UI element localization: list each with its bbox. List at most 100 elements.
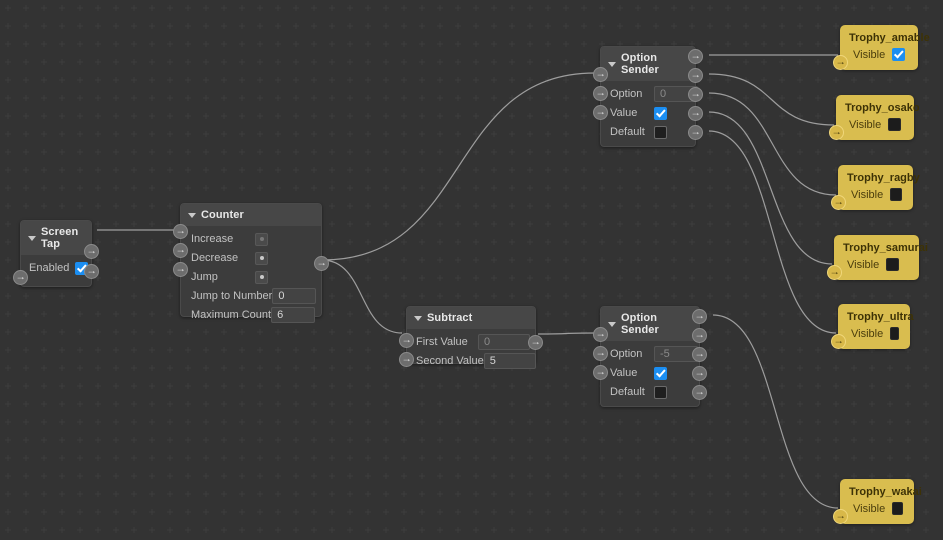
node-title: Trophy_amable [849,32,930,44]
row-label: Visible [849,118,882,131]
input-port-first-value[interactable]: → [399,333,414,348]
arrow-right-icon: → [595,347,606,358]
input-port-decrease[interactable]: → [173,243,188,258]
arrow-right-icon: → [316,257,327,268]
arrow-right-icon: → [829,266,840,277]
output-port-4[interactable]: → [692,366,707,381]
caret-down-icon[interactable] [28,235,36,241]
checkbox-visible[interactable] [892,48,906,61]
node-title: Trophy_wakai [849,486,922,498]
row-option: Option [601,85,698,103]
input-port-default[interactable]: → [593,105,608,120]
output-port-2[interactable]: → [688,68,703,83]
row-label: Second Value [416,355,484,367]
checkbox-visible[interactable] [886,258,900,271]
arrow-right-icon: → [595,87,606,98]
input-port-visible[interactable]: → [829,125,844,140]
input-maximum-count[interactable] [271,307,316,323]
row-label: Visible [847,258,880,271]
output-port-5[interactable]: → [692,385,707,400]
output-port-3[interactable]: → [692,347,707,362]
caret-down-icon[interactable] [414,315,422,321]
checkbox-visible[interactable] [890,188,902,201]
row-label: Increase [191,233,234,245]
node-header[interactable]: Counter [181,204,321,226]
node-option-sender-bottom[interactable]: Option Sender Option Value Default → → → [593,306,707,407]
node-header[interactable]: Option Sender [601,307,699,341]
input-port-visible[interactable]: → [831,195,846,210]
input-port-value[interactable]: → [593,86,608,101]
row-enabled: → Enabled [13,259,91,285]
row-default: Default [601,123,695,141]
node-title: Trophy_osako [845,102,920,114]
node-title: Option Sender [621,52,659,76]
output-port-1[interactable]: → [692,309,707,324]
checkbox-value[interactable] [654,366,667,380]
row-label: Visible [851,327,884,340]
output-port-counter[interactable]: → [314,256,329,271]
checkbox-visible[interactable] [888,118,902,131]
input-port-enabled[interactable]: → [13,270,28,285]
input-port-increase[interactable]: → [173,224,188,239]
input-port-option[interactable]: → [593,67,608,82]
output-port-tap-2[interactable]: → [84,264,99,279]
checkbox-default[interactable] [654,385,667,399]
node-counter[interactable]: Counter Increase Decrease Jump Jump to N… [173,203,329,323]
node-header[interactable]: Option Sender [601,47,695,81]
input-port-visible[interactable]: → [833,55,848,70]
row-label: Default [610,386,645,398]
node-trophy-amable[interactable]: Trophy_amable Visible → [833,25,930,70]
arrow-right-icon: → [694,386,705,397]
node-trophy-ultra[interactable]: Trophy_ultra Visible → [831,304,914,349]
output-port-1[interactable]: → [688,49,703,64]
node-header[interactable]: Subtract [407,307,535,329]
output-port-subtract[interactable]: → [528,335,543,350]
node-trophy-ragby[interactable]: Trophy_ragby Visible → [831,165,920,210]
row-visible: Visible [835,256,918,279]
caret-down-icon[interactable] [608,61,616,67]
output-port-3[interactable]: → [688,87,703,102]
arrow-right-icon: → [401,353,412,364]
arrow-right-icon: → [833,335,844,346]
input-jump-to-number[interactable] [272,288,317,304]
node-option-sender-top[interactable]: Option Sender Option Value Default → → → [593,46,703,147]
checkbox-visible[interactable] [890,327,899,340]
checkbox-default[interactable] [654,125,667,139]
input-port-value[interactable]: → [593,346,608,361]
node-screen-tap[interactable]: Screen Tap → Enabled → → [13,220,99,287]
row-label: Enabled [29,262,70,274]
node-trophy-samurai[interactable]: Trophy_samurai Visible → [827,235,928,280]
checkbox-visible[interactable] [892,502,903,515]
node-trophy-wakai[interactable]: Trophy_wakai Visible → [833,479,922,524]
input-second-value[interactable] [483,353,536,369]
input-port-option[interactable]: → [593,327,608,342]
pulse-button-increase[interactable] [255,232,268,246]
row-label: First Value [416,336,468,348]
node-subtract[interactable]: Subtract First Value Second Value → → → [399,306,543,369]
output-port-2[interactable]: → [692,328,707,343]
caret-down-icon[interactable] [608,321,616,327]
input-port-second-value[interactable]: → [399,352,414,367]
input-port-visible[interactable]: → [831,334,846,349]
node-graph-canvas[interactable]: Screen Tap → Enabled → → Counter Increas… [0,0,943,540]
caret-down-icon[interactable] [188,212,196,218]
node-header[interactable]: Screen Tap [21,221,91,255]
node-title: Trophy_samurai [843,242,928,254]
input-first-value[interactable] [478,334,530,350]
output-port-tap-1[interactable]: → [84,244,99,259]
node-title: Trophy_ragby [847,172,920,184]
node-trophy-osako[interactable]: Trophy_osako Visible → [829,95,920,140]
output-port-4[interactable]: → [688,106,703,121]
arrow-right-icon: → [694,348,705,359]
node-title: Option Sender [621,312,659,336]
input-port-jump[interactable]: → [173,262,188,277]
row-label: Option [610,348,643,360]
input-port-default[interactable]: → [593,365,608,380]
pulse-button-jump[interactable] [255,270,268,284]
output-port-5[interactable]: → [688,125,703,140]
input-port-visible[interactable]: → [833,509,848,524]
checkbox-value[interactable] [654,106,667,120]
pulse-button-decrease[interactable] [255,251,268,265]
row-option: Option [601,345,699,363]
input-port-visible[interactable]: → [827,265,842,280]
